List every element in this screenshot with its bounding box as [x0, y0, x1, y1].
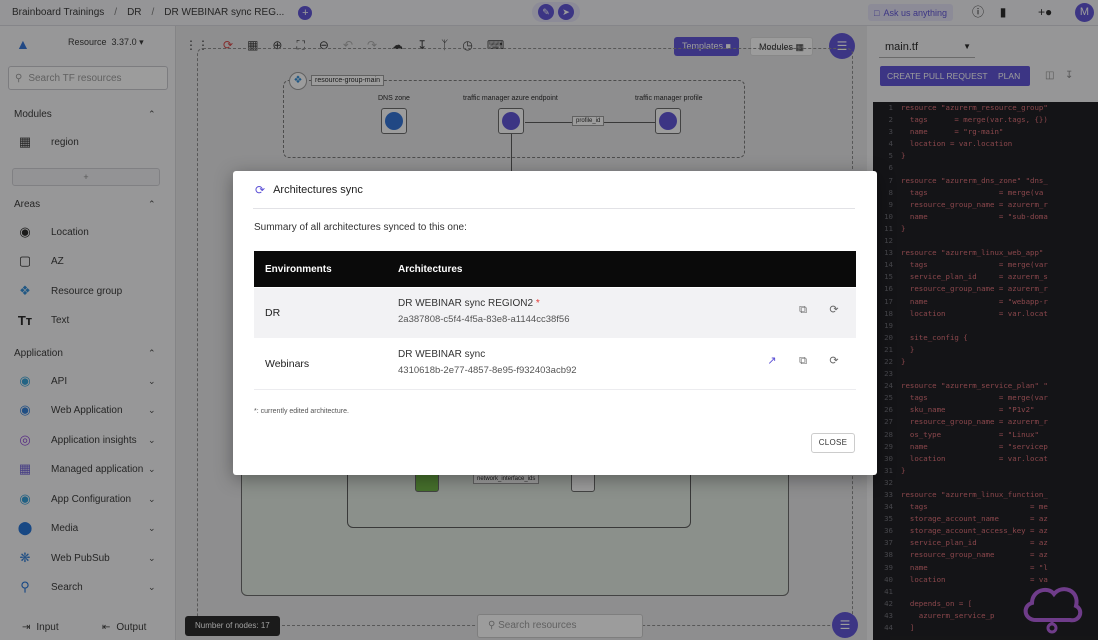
copy-icon[interactable]: ⧉ — [796, 354, 810, 368]
table-header: Environments Architectures — [254, 251, 856, 287]
table-row: Webinars DR WEBINAR sync 4310618b-2e77-4… — [254, 339, 856, 389]
copy-icon[interactable]: ⧉ — [796, 303, 810, 317]
unsync-icon[interactable]: ⟳ — [827, 354, 841, 368]
architecture-name-text: DR WEBINAR sync — [398, 349, 486, 360]
divider — [253, 208, 855, 209]
architecture-name-text: DR WEBINAR sync REGION2 — [398, 298, 534, 309]
divider — [254, 389, 856, 390]
environment-name: Webinars — [265, 358, 310, 370]
architectures-sync-dialog: ⟳ Architectures sync Summary of all arch… — [233, 171, 877, 475]
current-marker: * — [535, 298, 540, 309]
environment-name: DR — [265, 307, 281, 319]
column-header-architectures: Architectures — [398, 264, 463, 275]
footnote: *: currently edited architecture. — [254, 408, 349, 415]
architecture-id: 4310618b-2e77-4857-8e95-f932403acb92 — [398, 365, 577, 376]
architecture-name: DR WEBINAR sync — [398, 349, 485, 360]
open-external-icon[interactable]: ↗ — [765, 354, 779, 368]
dialog-title: Architectures sync — [273, 184, 363, 196]
table-row: DR DR WEBINAR sync REGION2 * 2a387808-c5… — [254, 288, 856, 338]
architecture-name: DR WEBINAR sync REGION2 * — [398, 298, 540, 309]
column-header-environments: Environments — [265, 264, 332, 275]
architecture-id: 2a387808-c5f4-4f5a-83e8-a1144cc38f56 — [398, 314, 570, 325]
dialog-header: ⟳ Architectures sync — [255, 183, 363, 197]
close-button[interactable]: CLOSE — [811, 433, 855, 453]
sync-icon: ⟳ — [255, 183, 266, 197]
dialog-summary: Summary of all architectures synced to t… — [254, 222, 467, 233]
unsync-icon[interactable]: ⟳ — [827, 303, 841, 317]
